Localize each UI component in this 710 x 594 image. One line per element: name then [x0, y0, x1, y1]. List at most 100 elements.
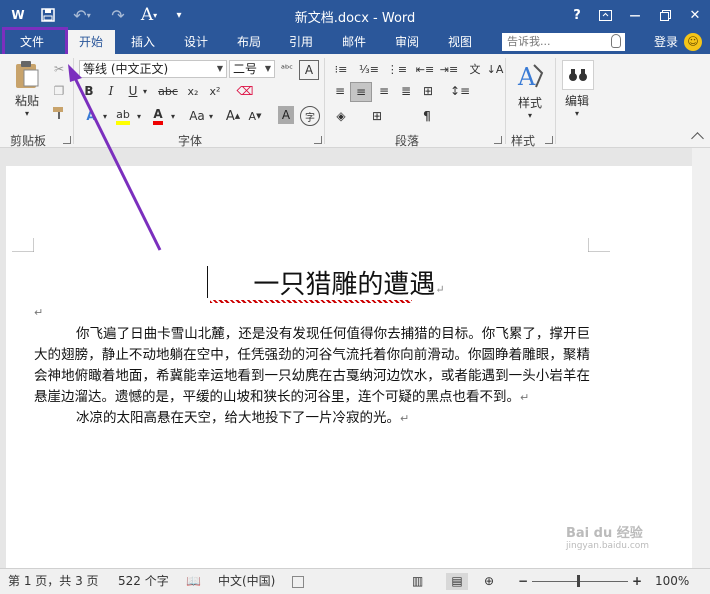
tell-me-search-box[interactable]: 告诉我...	[502, 33, 625, 51]
font-color-dropdown-icon[interactable]: ▾	[168, 106, 178, 126]
document-page[interactable]: 一只猎雕的遭遇↵ ↵ 你飞遍了日曲卡雪山北麓，还是没有发现任何值得你去捕猎的目标…	[6, 166, 692, 576]
format-painter-icon[interactable]	[50, 104, 68, 122]
crop-mark-right	[588, 238, 610, 252]
page-count[interactable]: 第 1 页，共 3 页	[8, 573, 99, 590]
font-launcher-icon[interactable]	[314, 136, 322, 144]
zoom-slider-track[interactable]	[532, 581, 628, 582]
tab-review[interactable]: 审阅	[385, 30, 429, 54]
styles-launcher-icon[interactable]	[545, 136, 553, 144]
tab-layout[interactable]: 布局	[227, 30, 271, 54]
font-name-combo[interactable]: 等线 (中文正文) ▼	[79, 60, 227, 78]
ribbon-display-options-button[interactable]	[594, 5, 616, 25]
paste-dropdown-icon[interactable]: ▾	[20, 108, 34, 118]
macro-record-icon[interactable]	[292, 576, 304, 588]
vertical-scrollbar[interactable]	[692, 148, 710, 568]
minimize-icon: —	[629, 8, 641, 22]
minimize-button[interactable]: —	[624, 5, 646, 25]
multilevel-list-button[interactable]: ⋮≡	[386, 60, 408, 78]
text-effects-dropdown-icon[interactable]: ▾	[100, 106, 110, 126]
superscript-button[interactable]: x²	[206, 82, 224, 100]
shrink-font-button[interactable]: A ▼	[246, 106, 264, 126]
proofing-icon[interactable]: 📖	[186, 573, 201, 590]
tab-view[interactable]: 视图	[438, 30, 482, 54]
paste-label[interactable]: 粘贴	[10, 92, 44, 108]
language-indicator[interactable]: 中文(中国)	[218, 573, 275, 590]
change-case-aa-button[interactable]: Aa	[186, 106, 208, 126]
editing-dropdown-icon[interactable]: ▾	[572, 108, 582, 118]
paragraph-mark: ↵	[435, 283, 445, 296]
align-left-icon[interactable]: ≡	[330, 82, 350, 100]
group-divider	[505, 58, 506, 144]
restore-button[interactable]	[654, 5, 676, 25]
cut-icon[interactable]: ✂	[50, 60, 68, 78]
shading-button[interactable]: ◈	[330, 106, 352, 126]
collapse-ribbon-chevron-icon[interactable]	[691, 132, 704, 145]
bold-button[interactable]: B	[80, 82, 98, 100]
italic-button[interactable]: I	[102, 82, 120, 100]
copy-icon[interactable]: ❐	[50, 82, 68, 100]
styles-gallery-icon[interactable]: A	[515, 60, 545, 92]
font-size-combo[interactable]: 二号 ▼	[229, 60, 275, 78]
sort-button[interactable]: ↓A	[486, 60, 504, 78]
line-spacing-icon[interactable]: ↕≡	[450, 82, 470, 100]
clear-formatting-border-icon[interactable]: A	[299, 60, 319, 80]
zoom-in-button[interactable]: +	[632, 573, 642, 590]
document-title[interactable]: 一只猎雕的遭遇↵	[6, 264, 692, 301]
paragraph-launcher-icon[interactable]	[494, 136, 502, 144]
character-shading-button[interactable]: A	[278, 106, 294, 124]
justify-icon[interactable]: ≣	[396, 82, 416, 100]
zoom-slider-thumb[interactable]	[577, 575, 580, 587]
document-body[interactable]: 你飞遍了日曲卡雪山北麓，还是没有发现任何值得你去捕猎的目标。你飞累了，撑开巨大的…	[34, 324, 590, 429]
restore-icon	[659, 9, 671, 21]
clipboard-launcher-icon[interactable]	[63, 136, 71, 144]
highlight-button[interactable]: ab	[112, 106, 134, 126]
zoom-level[interactable]: 100%	[655, 573, 689, 590]
align-center-icon[interactable]: ≡	[350, 82, 372, 102]
increase-indent-button[interactable]: ⇥≡	[438, 60, 460, 78]
decrease-indent-button[interactable]: ⇤≡	[414, 60, 436, 78]
tab-home[interactable]: 开始	[67, 28, 115, 56]
text-effects-button[interactable]: A	[80, 106, 102, 126]
editing-button[interactable]: 编辑	[557, 92, 597, 108]
read-mode-icon[interactable]: ▥	[412, 573, 423, 590]
change-case-icon[interactable]: ᵃᵇᶜ	[278, 60, 296, 78]
print-layout-icon[interactable]: ▤	[446, 573, 468, 590]
font-color-button[interactable]: A	[148, 106, 168, 126]
strikethrough-button[interactable]: abc	[156, 82, 180, 100]
paragraph-group-label: 段落	[395, 134, 420, 148]
borders-button[interactable]: ⊞	[366, 106, 388, 126]
document-area: 一只猎雕的遭遇↵ ↵ 你飞遍了日曲卡雪山北麓，还是没有发现任何值得你去捕猎的目标…	[0, 148, 710, 576]
styles-dropdown-icon[interactable]: ▾	[525, 110, 535, 120]
enclose-characters-button[interactable]: 字	[300, 106, 320, 126]
watermark-brand: Bai du 经验	[566, 526, 643, 541]
tab-references[interactable]: 引用	[279, 30, 323, 54]
align-right-icon[interactable]: ≡	[374, 82, 394, 100]
paragraph-mark: ↵	[400, 412, 410, 425]
tab-mailings[interactable]: 邮件	[332, 30, 376, 54]
bullets-button[interactable]: ⁝≡	[330, 60, 352, 78]
underline-dropdown-icon[interactable]: ▾	[140, 82, 150, 100]
grow-font-button[interactable]: A ▲	[224, 106, 242, 126]
binoculars-icon[interactable]	[562, 60, 594, 90]
zoom-out-button[interactable]: −	[518, 573, 528, 590]
close-button[interactable]: ✕	[684, 5, 706, 25]
highlight-dropdown-icon[interactable]: ▾	[134, 106, 144, 126]
help-button[interactable]: ?	[566, 5, 588, 25]
tab-design[interactable]: 设计	[174, 30, 218, 54]
tab-insert[interactable]: 插入	[121, 30, 165, 54]
numbering-button[interactable]: ⅓≡	[358, 60, 380, 78]
feedback-smiley-icon[interactable]: ☺	[684, 33, 702, 51]
word-count[interactable]: 522 个字	[118, 573, 169, 590]
subscript-button[interactable]: x₂	[184, 82, 202, 100]
show-hide-marks-button[interactable]: ¶	[416, 106, 438, 126]
clear-all-formatting-icon[interactable]: ⌫	[236, 82, 254, 100]
sign-in-link[interactable]: 登录	[654, 30, 678, 54]
font-name-value: 等线 (中文正文)	[83, 62, 169, 76]
change-case-dropdown-icon[interactable]: ▾	[206, 106, 216, 126]
chinese-layout-button[interactable]: 文	[466, 60, 484, 78]
distributed-icon[interactable]: ⊞	[418, 82, 438, 100]
title-bar: W ↶ ▾ ↷ A ▾ ▾ 新文档.docx - Word ? — ✕	[0, 0, 710, 30]
paste-button[interactable]	[10, 60, 44, 90]
web-layout-icon[interactable]: ⊕	[484, 573, 494, 590]
styles-button[interactable]: 样式	[510, 94, 550, 110]
